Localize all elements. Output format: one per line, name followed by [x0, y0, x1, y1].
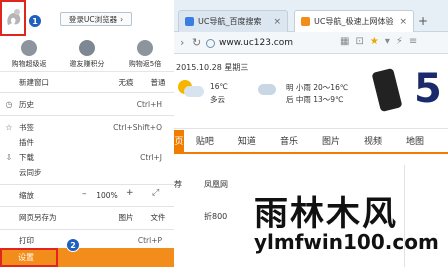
download-icon: ⇩	[5, 153, 13, 162]
menu-label: 打印	[19, 236, 34, 245]
quick-invite-friends[interactable]: 邀友赚积分	[58, 38, 116, 71]
menu-label: 历史	[19, 100, 34, 109]
quick-label: 购物返5倍	[128, 60, 162, 68]
grid-icon[interactable]: ▦	[340, 36, 349, 47]
save-image-button[interactable]: 图片	[112, 209, 140, 226]
site-list: 荐 凤凰网 折800	[174, 165, 448, 267]
forecast-tomorrow: 明 小雨 20～16℃	[286, 83, 349, 92]
nav-item[interactable]: 地图	[406, 134, 424, 147]
tab-uc-navigation[interactable]: UC导航_极速上网体验 ×	[294, 10, 414, 32]
quick-label: 邀友赚积分	[69, 60, 105, 68]
menu-zoom: 缩放	[0, 187, 174, 204]
nav-item[interactable]: 贴吧	[196, 134, 214, 147]
menu-history[interactable]: ◷ 历史 Ctrl+H	[0, 96, 174, 113]
chevron-right-icon: ›	[120, 14, 124, 24]
menu-print[interactable]: 打印 Ctrl+P	[0, 232, 174, 249]
globe-icon	[206, 38, 215, 48]
nav-item[interactable]: 图片	[322, 134, 340, 147]
save-file-button[interactable]: 文件	[144, 209, 172, 226]
tab-label: UC导航_百度搜索	[198, 17, 262, 26]
shortcut: Ctrl+J	[140, 153, 162, 162]
menu-label: 下载	[19, 153, 34, 162]
uc-main-menu: 1 登录UC浏览器 › 购物超级返 邀友赚积分 购物返5倍 新建窗口 无痕 普通…	[0, 0, 174, 267]
promo-banner[interactable]: 5	[371, 62, 448, 120]
fullscreen-icon[interactable]: ⤢	[152, 188, 159, 198]
weather-rain-icon	[258, 84, 276, 95]
lightning-icon[interactable]: ⚡	[396, 36, 403, 47]
tab-baidu-search[interactable]: UC导航_百度搜索 ×	[178, 10, 288, 32]
divider	[0, 115, 174, 116]
menu-icon[interactable]: ≡	[409, 36, 417, 47]
forward-icon[interactable]: ›	[180, 36, 184, 49]
site-link[interactable]: 凤凰网	[204, 179, 228, 190]
step-badge-2: 2	[66, 238, 80, 252]
divider	[0, 92, 174, 93]
clock-icon: ◷	[5, 100, 13, 109]
quick-shopping-5x[interactable]: 购物返5倍	[116, 38, 174, 71]
weather-condition: 多云	[210, 95, 225, 104]
menu-label: 插件	[19, 138, 34, 147]
cart-icon	[21, 40, 37, 56]
menu-label: 网页另存为	[19, 213, 57, 222]
menu-label: 缩放	[19, 191, 34, 200]
banner-number: 5	[414, 66, 442, 112]
phone-image	[371, 67, 403, 113]
uc-squirrel-icon	[7, 9, 21, 25]
menu-label: 新建窗口	[19, 78, 49, 87]
category-nav: 页 贴吧 知道 音乐 图片 视频 地图	[174, 128, 448, 154]
forecast-after: 后 中雨 13～9℃	[286, 95, 344, 104]
divider	[0, 229, 174, 230]
star-icon: ☆	[5, 123, 13, 132]
settings-label: 设置	[18, 253, 34, 262]
divider	[404, 165, 405, 267]
login-label: 登录UC浏览器	[68, 14, 118, 24]
menu-traceless-window[interactable]: 无痕	[112, 74, 140, 91]
quick-label: 购物超级返	[11, 60, 47, 68]
menu-label: 书签	[19, 123, 34, 132]
zoom-level: 100%	[96, 191, 118, 200]
menu-normal-window[interactable]: 普通	[144, 74, 172, 91]
menu-label: 云同步	[19, 168, 42, 177]
url-text: www.uc123.com	[219, 38, 294, 48]
nav-item[interactable]: 视频	[364, 134, 382, 147]
close-tab-icon[interactable]: ×	[399, 17, 407, 27]
close-tab-icon[interactable]: ×	[273, 17, 281, 27]
quick-shopping-cashback[interactable]: 购物超级返	[0, 38, 58, 71]
login-button[interactable]: 登录UC浏览器 ›	[60, 12, 132, 26]
uc-favicon-icon	[301, 17, 310, 26]
tab-label: UC导航_极速上网体验	[314, 17, 394, 26]
shortcut: Ctrl+H	[136, 100, 162, 109]
baidu-favicon-icon	[185, 17, 194, 26]
gift-icon	[137, 40, 153, 56]
shortcut: Ctrl+P	[137, 236, 162, 245]
site-link[interactable]: 荐	[174, 179, 182, 190]
user-icon	[79, 40, 95, 56]
zoom-out-button[interactable]: –	[82, 189, 87, 199]
divider	[0, 206, 174, 207]
nav-item[interactable]: 知道	[238, 134, 256, 147]
bookmark-star-icon[interactable]: ★	[370, 36, 379, 47]
address-icons: ▦ ⊡ ★ ▾ ⚡ ≡	[340, 36, 417, 47]
uc-menu-button[interactable]	[0, 0, 26, 36]
quick-actions: 购物超级返 邀友赚积分 购物返5倍	[0, 38, 174, 72]
date-text: 2015.10.28 星期三	[176, 63, 249, 72]
step-badge-1: 1	[28, 14, 42, 28]
weather-cloudy-icon	[176, 78, 212, 100]
nav-item[interactable]: 音乐	[280, 134, 298, 147]
weather-temp: 16℃	[210, 82, 228, 91]
divider	[0, 184, 174, 185]
nav-web-active[interactable]: 页	[174, 129, 184, 152]
shortcut: Ctrl+Shift+O	[113, 123, 162, 132]
menu-cloud-sync[interactable]: 云同步	[0, 164, 174, 181]
site-link[interactable]: 折800	[204, 211, 227, 222]
lock-icon[interactable]: ⊡	[355, 36, 363, 47]
refresh-icon[interactable]: ↻	[192, 36, 201, 49]
zoom-in-button[interactable]: +	[126, 188, 134, 198]
dropdown-icon[interactable]: ▾	[385, 36, 390, 47]
new-tab-icon[interactable]: +	[418, 14, 428, 28]
page-header: 2015.10.28 星期三 16℃ 多云 明 小雨 20～16℃ 后 中雨 1…	[174, 56, 448, 126]
